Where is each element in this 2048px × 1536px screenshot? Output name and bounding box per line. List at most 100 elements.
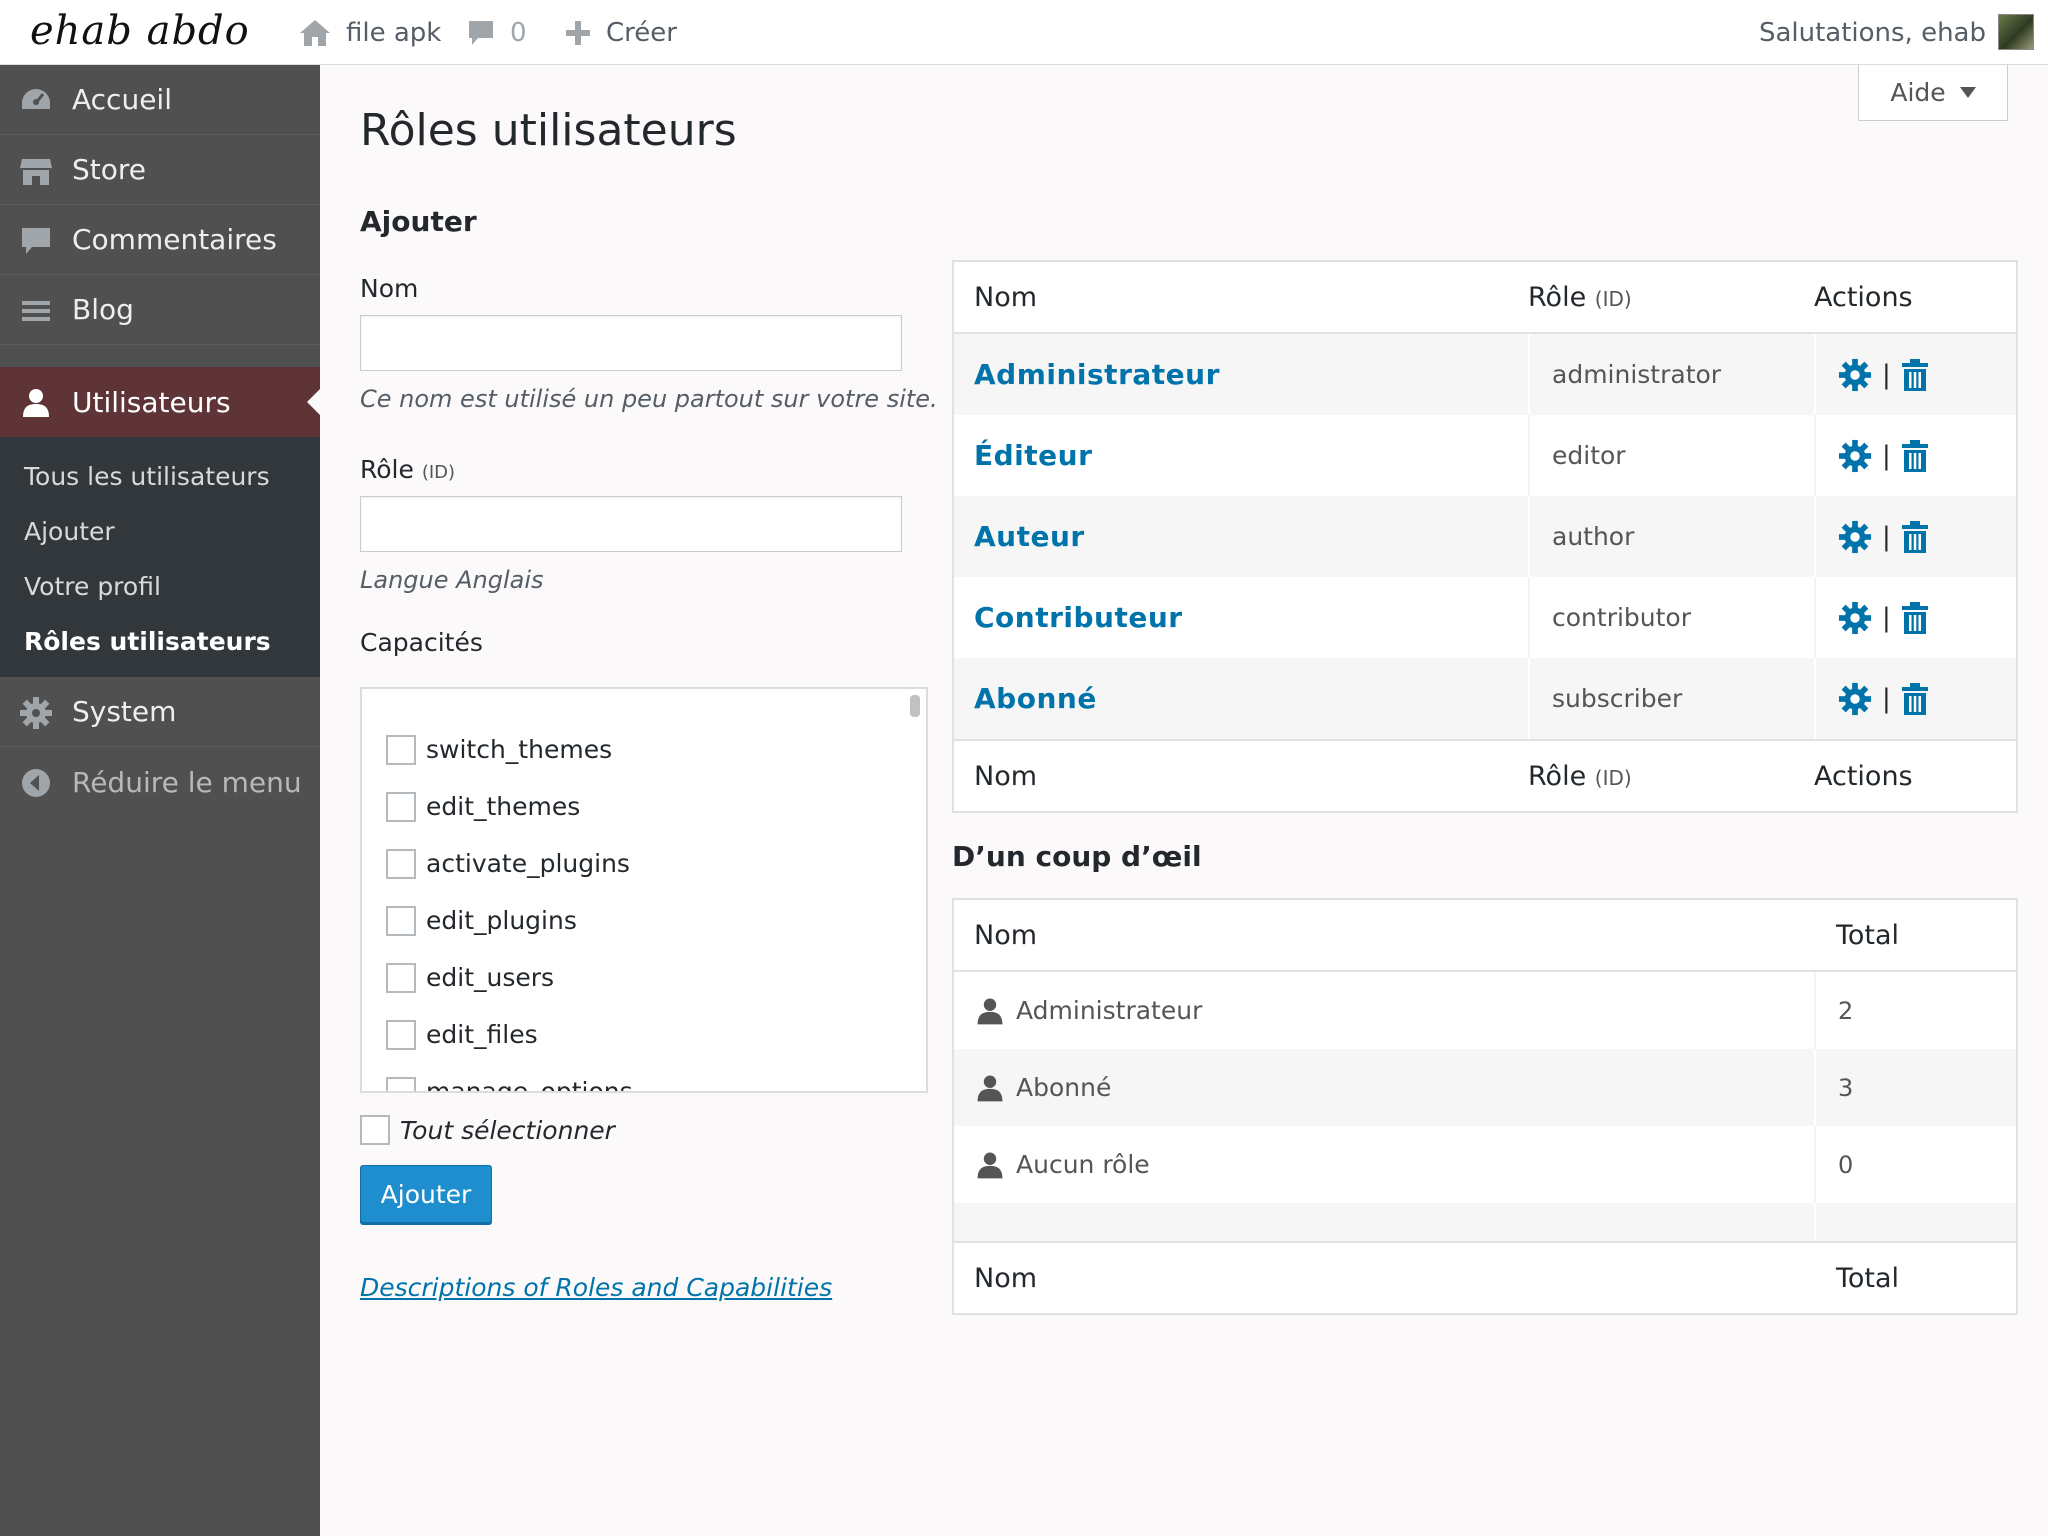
gear-icon[interactable] (1838, 601, 1872, 635)
capability-item[interactable]: edit_themes (386, 778, 926, 835)
column-total: Total (1836, 919, 1900, 951)
glance-role: Aucun rôle (954, 1126, 1814, 1203)
gear-icon[interactable] (1838, 520, 1872, 554)
submenu-add-user[interactable]: Ajouter (0, 504, 320, 559)
glance-total: 0 (1814, 1126, 2014, 1203)
submenu-profile[interactable]: Votre profil (0, 559, 320, 614)
account-greeting[interactable]: Salutations, ehab (1759, 0, 1986, 65)
sidebar-item-utilisateurs[interactable]: Utilisateurs (0, 367, 320, 437)
site-home-link[interactable]: file apk (298, 0, 441, 65)
comment-icon (469, 20, 493, 45)
users-submenu: Tous les utilisateurs Ajouter Votre prof… (0, 437, 320, 677)
roles-documentation-link[interactable]: Descriptions of Roles and Capabilities (360, 1273, 940, 1302)
gear-icon[interactable] (1838, 682, 1872, 716)
column-actions: Actions (1814, 281, 1913, 313)
capability-checkbox[interactable] (386, 905, 416, 936)
chevron-down-icon (1959, 87, 1976, 98)
add-role-form: Ajouter Nom Ce nom est utilisé un peu pa… (360, 205, 940, 1302)
capability-item[interactable]: edit_files (386, 1006, 926, 1063)
sidebar-item-label: Utilisateurs (72, 385, 231, 419)
help-tab-button[interactable]: Aide (1858, 65, 2008, 121)
capabilities-list[interactable]: switch_themes edit_themes activate_plugi… (360, 687, 928, 1093)
capability-item[interactable]: manage_options (386, 1063, 926, 1091)
home-icon (300, 19, 330, 46)
role-name-link[interactable]: Éditeur (954, 415, 1528, 496)
capability-checkbox[interactable] (386, 1019, 416, 1050)
capability-item[interactable]: edit_users (386, 949, 926, 1006)
role-name-input[interactable] (360, 315, 902, 371)
page-title: Rôles utilisateurs (360, 105, 737, 156)
table-row-empty (954, 1203, 2016, 1241)
submenu-all-users[interactable]: Tous les utilisateurs (0, 449, 320, 504)
name-label: Nom (360, 274, 419, 303)
capability-item[interactable]: switch_themes (386, 721, 926, 778)
capability-checkbox[interactable] (386, 962, 416, 993)
table-footer: Nom Total (954, 1241, 2016, 1313)
role-description: Langue Anglais (360, 566, 544, 594)
roles-table: Nom Rôle (ID) Actions Administrateur adm… (952, 260, 2018, 813)
select-all-checkbox[interactable] (360, 1115, 390, 1145)
submenu-user-roles[interactable]: Rôles utilisateurs (0, 614, 320, 669)
add-role-button[interactable]: Ajouter (360, 1165, 492, 1223)
role-id: author (1528, 496, 1814, 577)
table-row: Éditeur editor | (954, 415, 2016, 496)
collapse-menu-button[interactable]: Réduire le menu (0, 747, 320, 817)
column-role-label: Rôle (1528, 281, 1587, 313)
sidebar-item-accueil[interactable]: Accueil (0, 65, 320, 135)
role-name-link[interactable]: Abonné (954, 658, 1528, 739)
column-name[interactable]: Nom (954, 761, 1528, 792)
sidebar-item-commentaires[interactable]: Commentaires (0, 205, 320, 275)
capability-label: edit_themes (426, 792, 581, 821)
capability-label: edit_plugins (426, 906, 577, 935)
role-name-link[interactable]: Administrateur (954, 334, 1528, 415)
column-name: Nom (974, 919, 1038, 951)
gear-icon[interactable] (1838, 358, 1872, 392)
table-header: Nom Rôle (ID) Actions (954, 262, 2016, 334)
sidebar-item-store[interactable]: Store (0, 135, 320, 205)
capability-item[interactable]: edit_plugins (386, 892, 926, 949)
scrollbar-thumb[interactable] (910, 695, 920, 717)
site-logo[interactable]: ehab abdo (30, 8, 250, 54)
capability-checkbox[interactable] (386, 1076, 416, 1091)
comments-link[interactable]: 0 (466, 0, 527, 65)
form-heading: Ajouter (360, 205, 477, 238)
capability-checkbox[interactable] (386, 734, 416, 765)
action-separator: | (1882, 521, 1891, 552)
trash-icon[interactable] (1901, 682, 1929, 716)
capabilities-label: Capacités (360, 628, 483, 657)
avatar[interactable] (1998, 14, 2034, 50)
plus-icon (566, 20, 590, 45)
capability-checkbox[interactable] (386, 848, 416, 879)
capability-label: edit_files (426, 1020, 538, 1049)
trash-icon[interactable] (1901, 520, 1929, 554)
column-name[interactable]: Nom (954, 282, 1528, 313)
row-actions: | (1814, 334, 2014, 415)
row-actions: | (1814, 496, 2014, 577)
action-separator: | (1882, 440, 1891, 471)
user-icon (977, 998, 1003, 1024)
sidebar-item-label: Store (72, 153, 147, 186)
capability-label: edit_users (426, 963, 555, 992)
column-role[interactable]: Rôle (ID) (1528, 761, 1814, 792)
role-name-link[interactable]: Contributeur (954, 577, 1528, 658)
sidebar-item-blog[interactable]: Blog (0, 275, 320, 345)
sidebar-item-system[interactable]: System (0, 677, 320, 747)
capability-checkbox[interactable] (386, 791, 416, 822)
trash-icon[interactable] (1901, 358, 1929, 392)
trash-icon[interactable] (1901, 601, 1929, 635)
role-name-link[interactable]: Auteur (954, 496, 1528, 577)
trash-icon[interactable] (1901, 439, 1929, 473)
gear-icon[interactable] (1838, 439, 1872, 473)
glance-heading: D’un coup d’œil (952, 840, 1202, 873)
user-icon (977, 1152, 1003, 1178)
role-id-input[interactable] (360, 496, 902, 552)
store-icon (20, 159, 52, 185)
new-content-link[interactable]: Créer (564, 0, 677, 65)
select-all-toggle[interactable]: Tout sélectionner (360, 1115, 940, 1145)
column-role[interactable]: Rôle (ID) (1528, 282, 1814, 313)
capability-item[interactable]: activate_plugins (386, 835, 926, 892)
sidebar-item-label: System (72, 695, 177, 728)
empty-cell (954, 1203, 1814, 1241)
help-label: Aide (1890, 78, 1946, 107)
column-actions: Actions (1814, 760, 1913, 792)
